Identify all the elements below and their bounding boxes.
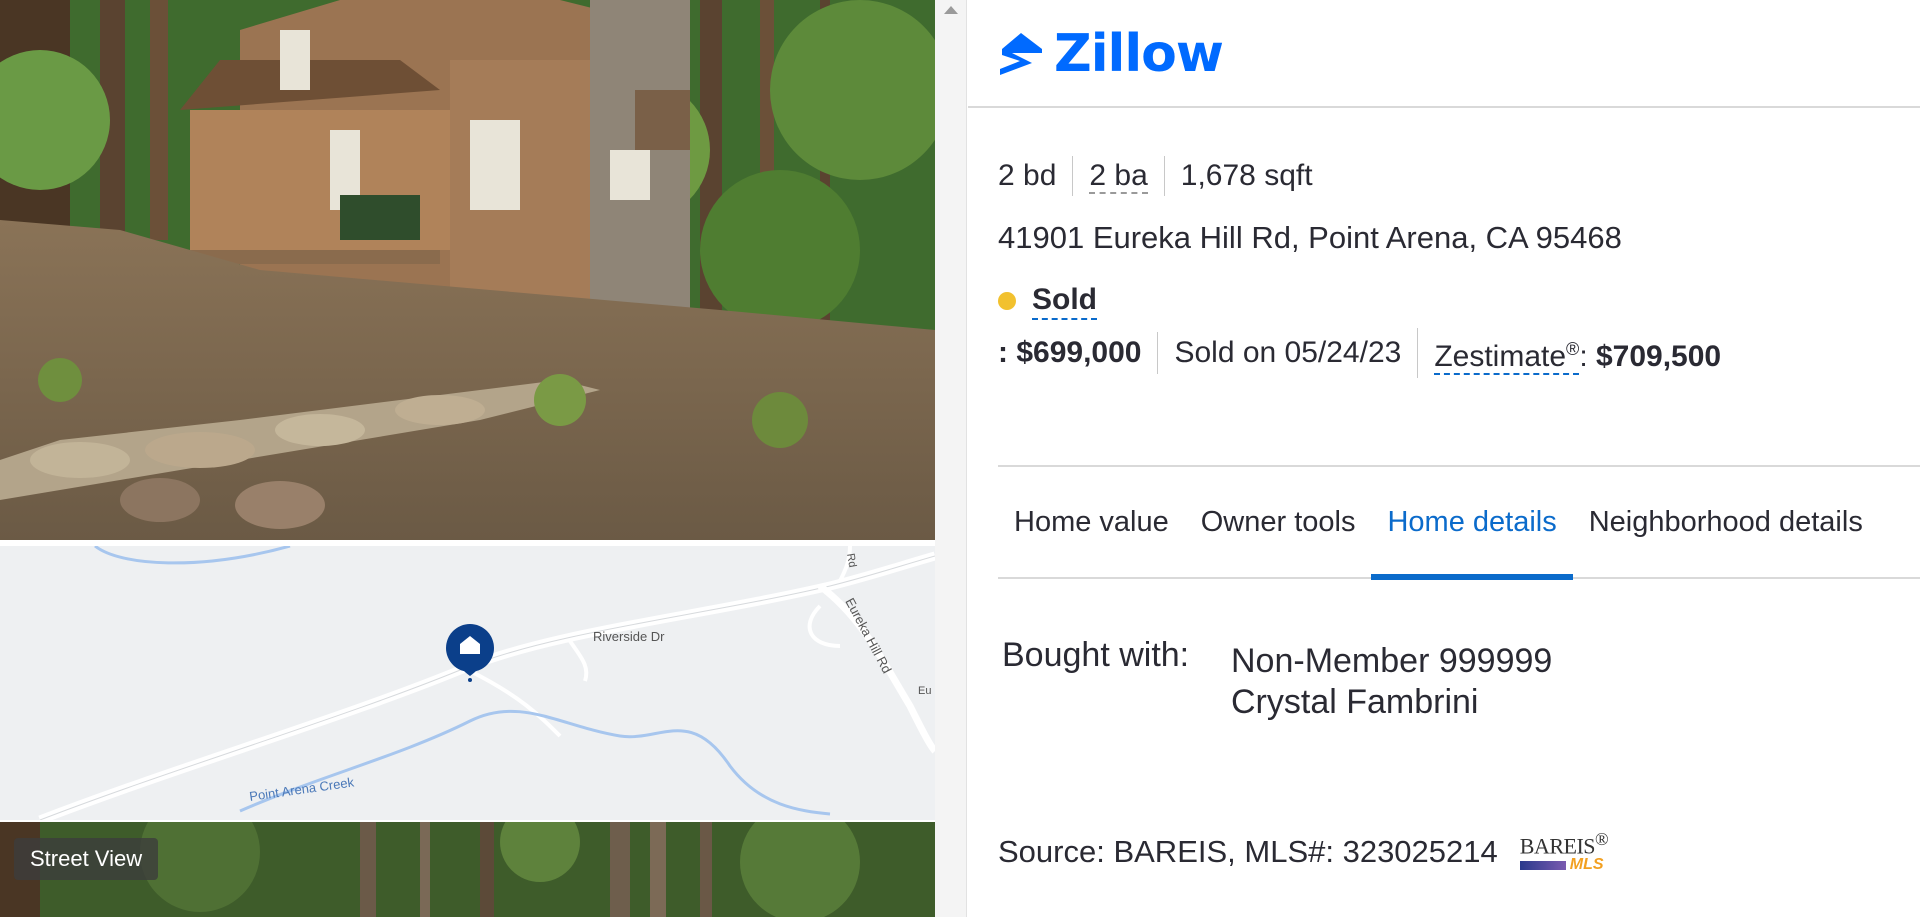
map-label-rd: Rd (844, 552, 858, 568)
bought-with-label: Bought with: (1002, 636, 1190, 674)
bought-with-values: Non-Member 999999 Crystal Fambrini (1231, 636, 1552, 728)
media-column: Riverside Dr Eureka Hill Rd Point Arena … (0, 0, 935, 917)
sqft-value: 1,678 sqft (1163, 156, 1329, 196)
bareis-logo-mls: MLS (1569, 856, 1604, 874)
zillow-z-icon (1000, 33, 1042, 75)
zestimate-value: $709,500 (1595, 340, 1722, 373)
header-bar: Zillow (968, 0, 1920, 108)
zestimate: Zestimate®: $709,500 (1417, 328, 1737, 378)
status-dot-icon (998, 292, 1016, 310)
property-address: 41901 Eureka Hill Rd, Point Arena, CA 95… (998, 220, 1622, 255)
baths-count-wrapper: 2 ba (1072, 156, 1163, 196)
map-label-riverside: Riverside Dr (593, 629, 665, 644)
scroll-up-arrow-icon[interactable] (944, 6, 958, 14)
sold-price: : $699,000 (998, 336, 1142, 369)
sold-date: Sold on 05/24/23 (1157, 332, 1417, 374)
home-facts: 2 bd 2 ba 1,678 sqft (998, 156, 1329, 196)
price-row: : $699,000 Sold on 05/24/23 Zestimate®: … (998, 328, 1737, 378)
house-exterior-photo[interactable] (0, 0, 935, 540)
house-photo-illustration (0, 0, 935, 540)
street-view-button[interactable]: Street View (14, 838, 159, 880)
bareis-logo-text: BAREIS (1519, 833, 1596, 859)
listing-status: Sold (998, 282, 1097, 320)
bareis-mls-logo: BAREIS® MLS (1519, 829, 1609, 874)
zestimate-link[interactable]: Zestimate® (1434, 339, 1580, 375)
details-panel: Zillow 2 bd 2 ba 1,678 sqft 41901 Eureka… (968, 0, 1920, 917)
location-map[interactable]: Riverside Dr Eureka Hill Rd Point Arena … (0, 546, 935, 820)
zillow-logo[interactable]: Zillow (998, 24, 1224, 84)
section-tabs: Home value Owner tools Home details Neig… (998, 466, 1920, 580)
tab-home-value[interactable]: Home value (998, 466, 1185, 578)
map-label-eu: Eu (918, 685, 931, 697)
status-label[interactable]: Sold (1032, 282, 1097, 320)
beds-count: 2 bd (998, 159, 1057, 192)
listing-source: Source: BAREIS, MLS#: 323025214 BAREIS® … (998, 829, 1609, 874)
tab-home-details[interactable]: Home details (1371, 466, 1573, 580)
baths-count[interactable]: 2 ba (1089, 159, 1148, 194)
registered-mark: ® (1566, 339, 1580, 359)
tab-neighborhood-details[interactable]: Neighborhood details (1573, 466, 1879, 578)
bareis-logo-bar (1519, 860, 1566, 870)
zillow-wordmark: Zillow (1054, 24, 1224, 84)
bareis-logo-reg: ® (1595, 829, 1609, 849)
scrollbar[interactable] (935, 0, 967, 917)
zestimate-separator: : (1579, 340, 1596, 373)
map-illustration: Riverside Dr Eureka Hill Rd Point Arena … (0, 546, 935, 820)
zestimate-label: Zestimate (1434, 340, 1567, 373)
source-text: Source: BAREIS, MLS#: 323025214 (998, 833, 1498, 869)
tab-owner-tools[interactable]: Owner tools (1185, 466, 1372, 578)
